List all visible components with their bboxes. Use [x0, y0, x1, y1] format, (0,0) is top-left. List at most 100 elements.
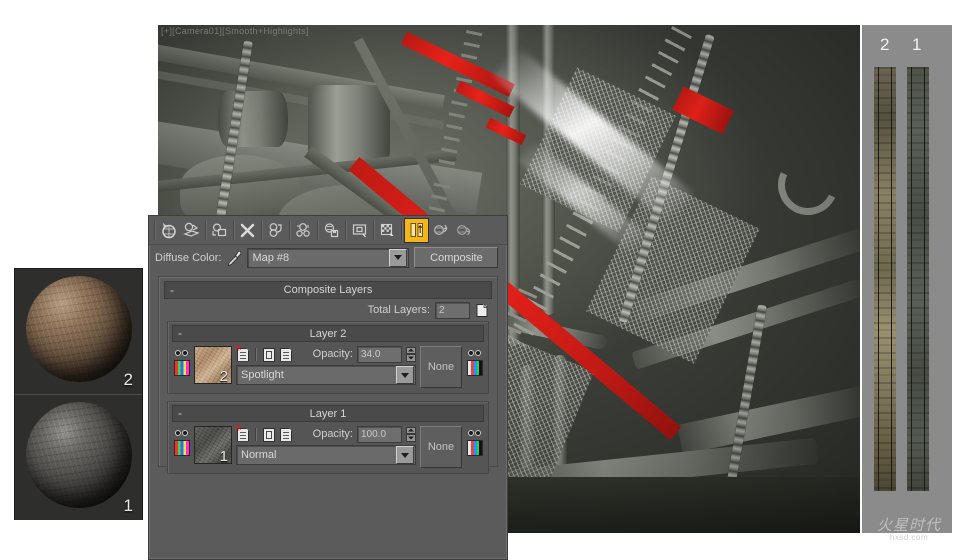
layer-header[interactable]: - Layer 1	[172, 405, 484, 422]
layer-thumbnail-number: 2	[219, 368, 228, 384]
opacity-label: Opacity:	[312, 428, 353, 440]
strip-edge-line	[891, 67, 892, 491]
layer-title: Layer 2	[309, 327, 347, 340]
show-shaded-material-in-viewport-icon[interactable]	[376, 219, 399, 242]
layer-control-row: ✳ Opacity: 34.0	[234, 343, 416, 363]
color-swatch-icon[interactable]	[173, 360, 190, 376]
blend-mode-dropdown[interactable]: Spotlight	[236, 365, 416, 385]
layer-group: - Layer 2 2 ✳ Opacity: 34.0 Spotlight No…	[167, 321, 489, 394]
layer-thumbnail-number: 1	[219, 448, 228, 464]
toolbar-separator	[373, 220, 374, 240]
mask-visibility-eyes-icon[interactable]	[467, 428, 483, 437]
delete-layer-icon[interactable]	[279, 427, 292, 442]
toolbar-separator	[345, 220, 346, 240]
layer-right-toggles	[466, 426, 483, 456]
diffuse-color-row: Diffuse Color: Map #8 Composite	[149, 245, 507, 270]
eyedropper-icon[interactable]	[226, 249, 242, 267]
layer-collapse-icon[interactable]: -	[178, 406, 182, 420]
mask-visibility-eyes-icon[interactable]	[467, 348, 483, 357]
layer-body: 1 ✳ Opacity: 100.0 Normal None	[168, 422, 488, 468]
material-slot-2[interactable]: 2	[15, 269, 142, 394]
sphere-preview-1	[26, 402, 132, 508]
delete-layer-icon[interactable]	[279, 347, 292, 362]
go-to-parent-icon[interactable]	[429, 219, 452, 242]
duplicate-layer-icon[interactable]	[262, 427, 275, 442]
rollout-header[interactable]: - Composite Layers	[164, 281, 492, 299]
mask-color-swatch-icon[interactable]	[466, 440, 483, 456]
layer-left-toggles	[173, 426, 190, 456]
sphere-preview-2	[26, 276, 132, 382]
texture-strip-2[interactable]	[874, 67, 896, 491]
opacity-field[interactable]: 100.0	[357, 425, 402, 443]
control-separator	[255, 347, 256, 361]
texture-strip-label-1: 1	[912, 35, 922, 54]
material-slot-number: 1	[123, 496, 133, 515]
opacity-spinner[interactable]	[406, 426, 416, 442]
texture-strip-panel: 2 1	[862, 25, 952, 533]
rollout-title: Composite Layers	[283, 284, 373, 296]
layer-header[interactable]: - Layer 2	[172, 325, 484, 342]
layer-mask-button[interactable]: None	[420, 346, 462, 388]
toolbar-separator	[154, 220, 155, 240]
sphere-texture-noise	[26, 402, 132, 508]
mask-color-swatch-icon[interactable]	[466, 360, 483, 376]
total-layers-label: Total Layers:	[367, 304, 430, 316]
toolbar-separator	[261, 220, 262, 240]
total-layers-row: Total Layers: 2	[159, 299, 497, 321]
put-to-library-icon[interactable]	[320, 219, 343, 242]
layer-group: - Layer 1 1 ✳ Opacity: 100.0 Normal None	[167, 401, 489, 474]
material-preview-slots: 2 1	[14, 268, 143, 520]
show-end-result-icon[interactable]	[404, 217, 429, 243]
go-forward-to-sibling-icon[interactable]	[452, 219, 475, 242]
layer-thumbnail[interactable]: 1	[194, 426, 232, 464]
chevron-down-icon[interactable]	[396, 446, 414, 464]
assign-material-to-selection-icon[interactable]	[208, 219, 231, 242]
layer-title: Layer 1	[309, 407, 347, 420]
watermark-sub: hxsd.com	[889, 533, 929, 542]
layer-right-toggles	[466, 346, 483, 376]
toolbar-separator	[205, 220, 206, 240]
layer-controls: ✳ Opacity: 100.0 Normal	[234, 423, 416, 465]
opacity-spinner[interactable]	[406, 346, 416, 362]
toolbar-separator	[233, 220, 234, 240]
rollout-collapse-icon[interactable]: -	[170, 283, 174, 297]
texture-strip-label-2: 2	[880, 35, 890, 54]
visibility-eyes-icon[interactable]	[174, 348, 190, 357]
control-separator	[255, 427, 256, 441]
watermark: 火星时代 hxsd.com	[866, 518, 952, 554]
total-layers-field[interactable]: 2	[435, 301, 470, 319]
strip-edge-line	[924, 67, 925, 491]
new-layer-icon[interactable]: ✳	[234, 423, 249, 442]
put-material-to-scene-icon[interactable]	[180, 219, 203, 242]
blend-mode-value: Normal	[241, 449, 277, 461]
visibility-eyes-icon[interactable]	[174, 428, 190, 437]
viewport-label: [+][Camera01][Smooth+Highlights]	[161, 26, 309, 36]
make-unique-icon[interactable]	[292, 219, 315, 242]
new-layer-icon[interactable]: ✳	[234, 343, 249, 362]
toolbar-separator	[289, 220, 290, 240]
material-effects-channel-icon[interactable]	[348, 219, 371, 242]
blend-mode-value: Spotlight	[241, 369, 284, 381]
blend-mode-dropdown[interactable]: Normal	[236, 445, 416, 465]
get-material-icon[interactable]	[157, 219, 180, 242]
duplicate-layer-icon[interactable]	[262, 347, 275, 362]
toolbar-separator	[401, 220, 402, 240]
material-slot-1[interactable]: 1	[15, 394, 142, 520]
watermark-main: 火星时代	[876, 517, 941, 534]
material-type-button[interactable]: Composite	[414, 247, 499, 268]
diffuse-map-field[interactable]: Map #8	[247, 247, 410, 268]
chevron-down-icon[interactable]	[396, 366, 414, 384]
color-swatch-icon[interactable]	[173, 440, 190, 456]
layer-mask-button[interactable]: None	[420, 426, 462, 468]
make-material-copy-icon[interactable]	[264, 219, 287, 242]
layer-left-toggles	[173, 346, 190, 376]
layer-collapse-icon[interactable]: -	[178, 326, 182, 340]
layer-thumbnail[interactable]: 2	[194, 346, 232, 384]
composite-layers-rollout: - Composite Layers Total Layers: 2 - Lay…	[158, 276, 498, 474]
texture-strip-1[interactable]	[907, 67, 929, 491]
reset-map-material-icon[interactable]	[236, 219, 259, 242]
chevron-down-icon[interactable]	[389, 248, 408, 267]
add-layer-icon[interactable]	[475, 303, 489, 318]
strip-edge-line	[878, 67, 879, 491]
opacity-field[interactable]: 34.0	[357, 345, 402, 363]
